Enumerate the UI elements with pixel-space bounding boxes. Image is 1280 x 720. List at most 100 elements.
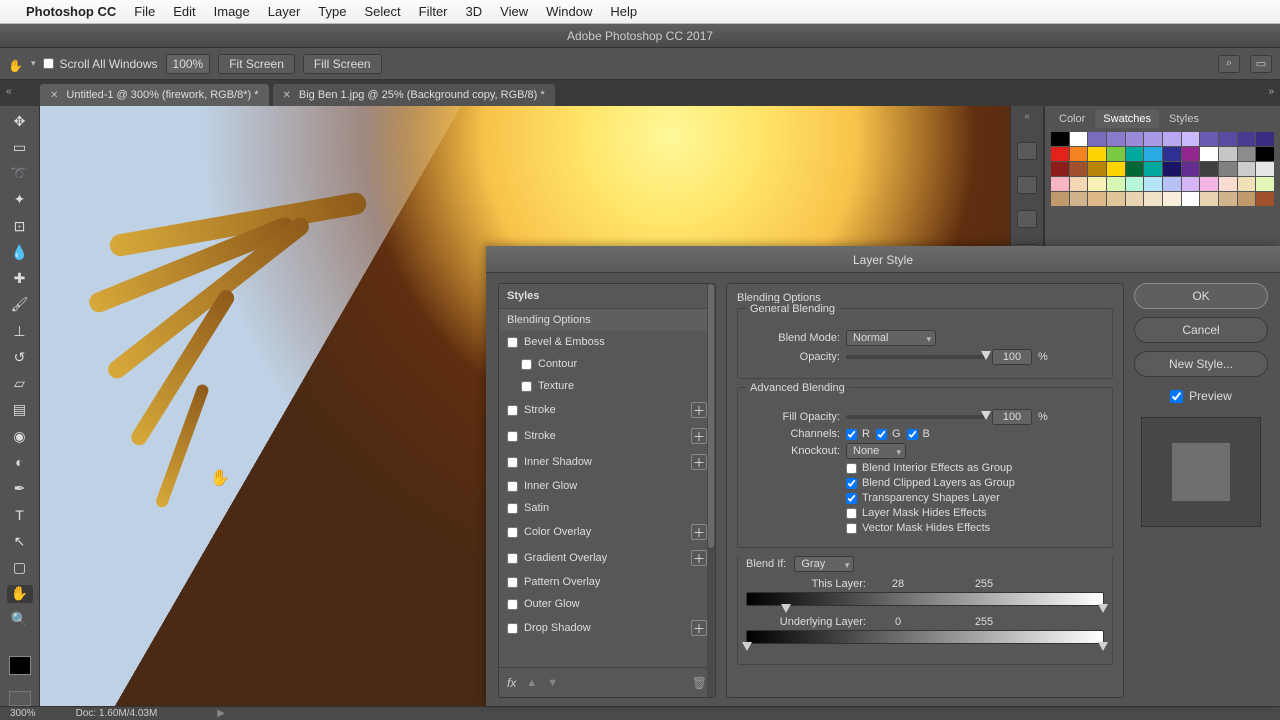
transparency-shapes-checkbox[interactable]: Transparency Shapes Layer <box>846 492 1000 504</box>
underlying-black-slider[interactable] <box>742 642 752 651</box>
style-enable-checkbox[interactable] <box>507 577 518 588</box>
style-enable-checkbox[interactable] <box>507 457 518 468</box>
status-zoom[interactable]: 300% <box>10 708 36 719</box>
fill-opacity-value[interactable]: 100 <box>992 409 1032 425</box>
zoom-tool-icon[interactable]: 🔍 <box>7 611 33 629</box>
swatch[interactable] <box>1088 162 1106 176</box>
style-row[interactable]: Texture <box>499 375 715 397</box>
foreground-background-swatch[interactable] <box>9 656 31 675</box>
marquee-tool-icon[interactable]: ▭ <box>7 138 33 156</box>
style-row[interactable]: Stroke＋ <box>499 397 715 423</box>
style-row[interactable]: Inner Shadow＋ <box>499 449 715 475</box>
swatch[interactable] <box>1144 147 1162 161</box>
menu-edit[interactable]: Edit <box>173 4 195 19</box>
brush-tool-icon[interactable]: 🖌 <box>7 296 33 314</box>
styles-scrollbar[interactable] <box>707 284 715 697</box>
swatch[interactable] <box>1182 132 1200 146</box>
swatch[interactable] <box>1107 192 1125 206</box>
swatch[interactable] <box>1070 132 1088 146</box>
quick-mask-icon[interactable] <box>9 691 31 706</box>
swatch[interactable] <box>1200 147 1218 161</box>
swatch[interactable] <box>1144 192 1162 206</box>
swatch[interactable] <box>1163 177 1181 191</box>
blend-clipped-checkbox[interactable]: Blend Clipped Layers as Group <box>846 477 1015 489</box>
add-effect-icon[interactable]: ＋ <box>691 620 707 636</box>
opacity-slider[interactable] <box>846 355 986 359</box>
style-row[interactable]: Contour <box>499 353 715 375</box>
panel-tab-styles[interactable]: Styles <box>1161 110 1207 128</box>
style-enable-checkbox[interactable] <box>507 405 518 416</box>
style-row[interactable]: Gradient Overlay＋ <box>499 545 715 571</box>
style-row[interactable]: Blending Options <box>499 309 715 331</box>
move-down-icon[interactable]: ▼ <box>547 677 558 689</box>
swatch[interactable] <box>1070 147 1088 161</box>
tabs-chevron-right-icon[interactable]: » <box>1268 86 1274 97</box>
fill-opacity-slider[interactable] <box>846 415 986 419</box>
add-effect-icon[interactable]: ＋ <box>691 428 707 444</box>
app-name[interactable]: Photoshop CC <box>26 4 116 19</box>
blend-if-select[interactable]: Gray▾ <box>794 556 854 572</box>
menu-3d[interactable]: 3D <box>466 4 483 19</box>
swatch[interactable] <box>1144 177 1162 191</box>
style-row[interactable]: Satin <box>499 497 715 519</box>
menu-image[interactable]: Image <box>214 4 250 19</box>
status-flyout-icon[interactable]: ▶ <box>217 708 225 719</box>
style-enable-checkbox[interactable] <box>507 481 518 492</box>
swatch[interactable] <box>1256 147 1274 161</box>
swatch[interactable] <box>1163 132 1181 146</box>
swatch[interactable] <box>1051 132 1069 146</box>
swatch[interactable] <box>1126 162 1144 176</box>
swatch[interactable] <box>1238 177 1256 191</box>
dodge-tool-icon[interactable]: ◐ <box>7 453 33 471</box>
crop-tool-icon[interactable]: ⊡ <box>7 217 33 235</box>
menu-window[interactable]: Window <box>546 4 592 19</box>
swatch[interactable] <box>1088 147 1106 161</box>
menu-view[interactable]: View <box>500 4 528 19</box>
cancel-button[interactable]: Cancel <box>1134 317 1268 343</box>
move-tool-icon[interactable]: ✥ <box>7 112 33 130</box>
swatch[interactable] <box>1107 162 1125 176</box>
swatch[interactable] <box>1238 162 1256 176</box>
style-enable-checkbox[interactable] <box>507 503 518 514</box>
swatch[interactable] <box>1107 147 1125 161</box>
swatch[interactable] <box>1144 162 1162 176</box>
swatch[interactable] <box>1107 177 1125 191</box>
swatch[interactable] <box>1182 177 1200 191</box>
swatch[interactable] <box>1182 162 1200 176</box>
opacity-value[interactable]: 100 <box>992 349 1032 365</box>
new-style-button[interactable]: New Style... <box>1134 351 1268 377</box>
swatch[interactable] <box>1238 192 1256 206</box>
vector-mask-hides-checkbox[interactable]: Vector Mask Hides Effects <box>846 522 990 534</box>
menu-layer[interactable]: Layer <box>268 4 301 19</box>
swatch[interactable] <box>1256 162 1274 176</box>
swatch[interactable] <box>1163 147 1181 161</box>
ok-button[interactable]: OK <box>1134 283 1268 309</box>
style-enable-checkbox[interactable] <box>507 623 518 634</box>
healing-brush-tool-icon[interactable]: ✚ <box>7 270 33 288</box>
blend-interior-checkbox[interactable]: Blend Interior Effects as Group <box>846 462 1012 474</box>
swatch[interactable] <box>1182 147 1200 161</box>
underlying-white-slider[interactable] <box>1098 642 1108 651</box>
swatches-grid[interactable] <box>1045 128 1280 210</box>
swatch[interactable] <box>1126 147 1144 161</box>
gradient-tool-icon[interactable]: ▤ <box>7 401 33 419</box>
close-tab-icon[interactable]: ✕ <box>283 90 291 101</box>
swatch[interactable] <box>1163 162 1181 176</box>
document-tab-2[interactable]: ✕ Big Ben 1.jpg @ 25% (Background copy, … <box>273 84 555 106</box>
swatch[interactable] <box>1219 177 1237 191</box>
panel-tab-color[interactable]: Color <box>1051 110 1093 128</box>
swatch[interactable] <box>1219 192 1237 206</box>
style-row[interactable]: Stroke＋ <box>499 423 715 449</box>
channel-b-checkbox[interactable]: B <box>907 428 930 440</box>
style-enable-checkbox[interactable] <box>507 527 518 538</box>
style-row[interactable]: Inner Glow <box>499 475 715 497</box>
zoom-percent[interactable]: 100% <box>166 54 211 74</box>
swatch[interactable] <box>1051 147 1069 161</box>
fill-screen-button[interactable]: Fill Screen <box>303 54 382 74</box>
style-enable-checkbox[interactable] <box>507 337 518 348</box>
style-row[interactable]: Bevel & Emboss <box>499 331 715 353</box>
scroll-all-windows-checkbox[interactable]: Scroll All Windows <box>43 57 157 71</box>
swatch[interactable] <box>1256 177 1274 191</box>
blend-mode-select[interactable]: Normal▾ <box>846 330 936 346</box>
properties-panel-icon[interactable] <box>1017 210 1037 228</box>
